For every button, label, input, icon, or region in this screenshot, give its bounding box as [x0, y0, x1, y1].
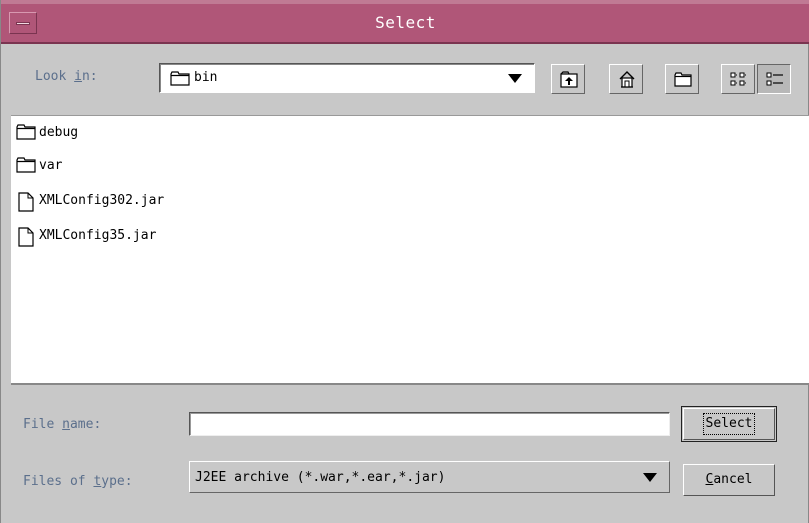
- up-one-level-button[interactable]: [551, 64, 585, 94]
- file-name: XMLConfig35.jar: [39, 228, 157, 243]
- select-button-label: Select: [702, 413, 756, 435]
- title-bar[interactable]: Select: [1, 0, 809, 44]
- up-folder-icon: [560, 71, 578, 88]
- file-list[interactable]: debug var XMLConfig302.jar XMLConfig35.j…: [11, 115, 809, 385]
- file-name-input[interactable]: [189, 412, 670, 436]
- home-icon: [619, 71, 635, 88]
- home-button[interactable]: [609, 64, 643, 94]
- cancel-button-label: Cancel: [705, 472, 753, 487]
- chevron-down-icon[interactable]: [643, 473, 657, 482]
- details-view-button[interactable]: [757, 64, 791, 94]
- look-in-label: Look in:: [35, 69, 98, 84]
- details-view-icon: [766, 72, 783, 86]
- list-view-icon: [730, 72, 747, 86]
- new-folder-icon: [674, 72, 692, 87]
- folder-icon: [16, 157, 36, 173]
- new-folder-button[interactable]: [665, 64, 699, 94]
- window-title: Select: [375, 13, 436, 32]
- list-view-button[interactable]: [721, 64, 755, 94]
- file-name: debug: [39, 125, 79, 140]
- file-icon: [18, 227, 34, 247]
- file-name: XMLConfig302.jar: [39, 193, 165, 208]
- folder-icon: [16, 124, 36, 140]
- chevron-down-icon[interactable]: [508, 74, 522, 83]
- folder-icon: [170, 71, 190, 86]
- select-button[interactable]: Select: [681, 406, 777, 442]
- files-of-type-value: J2EE archive (*.war,*.ear,*.jar): [195, 470, 446, 485]
- file-chooser-dialog: Select Look in: bin debug var XMLConfig3…: [0, 0, 809, 523]
- files-of-type-label: Files of type:: [23, 474, 133, 489]
- look-in-value: bin: [194, 70, 218, 85]
- files-of-type-combo[interactable]: J2EE archive (*.war,*.ear,*.jar): [189, 461, 670, 493]
- file-icon: [18, 192, 34, 212]
- file-name: var: [39, 158, 63, 173]
- look-in-combo[interactable]: bin: [159, 63, 535, 93]
- cancel-button[interactable]: Cancel: [683, 464, 775, 496]
- file-name-label: File name:: [23, 417, 102, 432]
